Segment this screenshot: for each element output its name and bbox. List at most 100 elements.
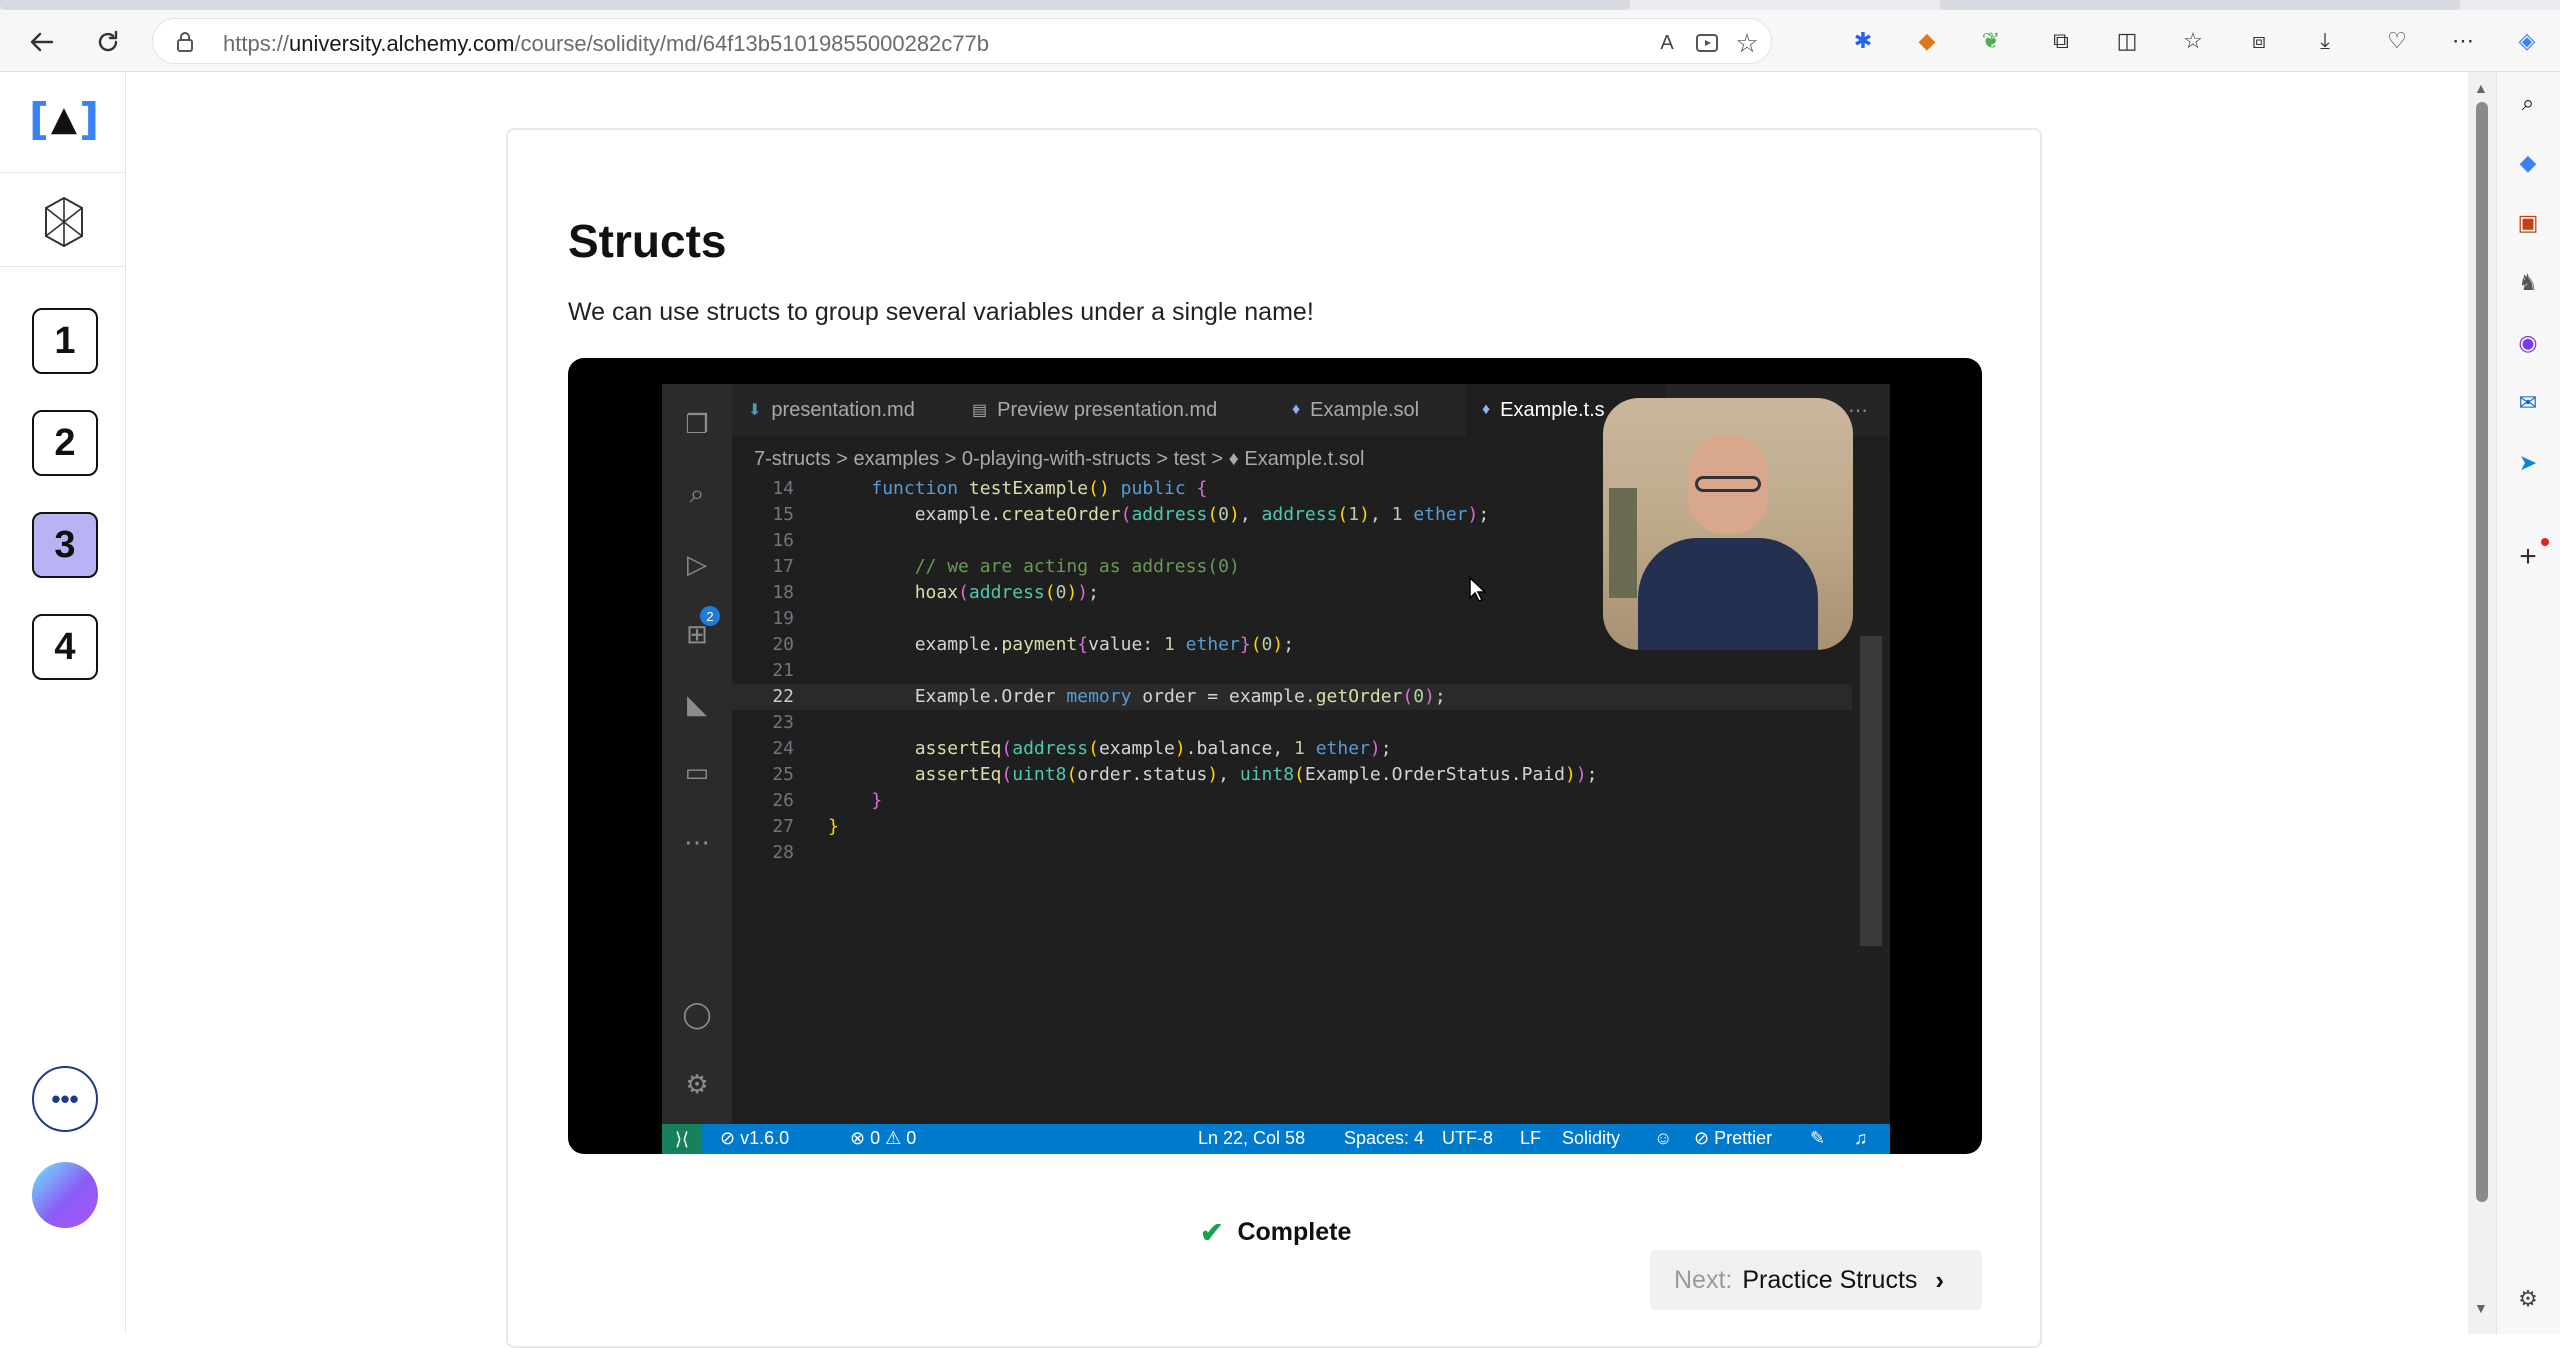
run-debug-icon: ▷ xyxy=(687,548,707,579)
remote-icon: ⟩⟨ xyxy=(662,1124,702,1154)
downloads-icon[interactable]: ⤓ xyxy=(2308,24,2342,58)
extension-leaf-icon[interactable]: ❦ xyxy=(1974,24,2008,58)
browser-tab[interactable] xyxy=(1940,0,2460,10)
outlook-icon[interactable]: ✉ xyxy=(2511,386,2545,420)
split-screen-icon[interactable]: ◫ xyxy=(2110,24,2144,58)
solidity-icon: ♦ xyxy=(1292,401,1301,418)
step-2-button[interactable]: 2 xyxy=(32,410,98,476)
extension-puzzle-icon[interactable]: ✱ xyxy=(1846,24,1880,58)
code-line: 27} xyxy=(772,816,839,837)
copilot-status-icon: ☺ xyxy=(1654,1128,1673,1148)
divider xyxy=(0,266,126,267)
copilot-icon[interactable]: ◈ xyxy=(2510,24,2544,58)
scroll-up-icon[interactable]: ▲ xyxy=(2474,80,2488,96)
browser-sidebar: ⌕ ◆ ▣ ♞ ◉ ✉ ➤ + ⚙ xyxy=(2496,72,2560,1334)
send-icon[interactable]: ➤ xyxy=(2511,446,2545,480)
panel-icon: ▭ xyxy=(684,756,710,787)
presenter-webcam xyxy=(1603,398,1853,650)
games-icon[interactable]: ♞ xyxy=(2511,266,2545,300)
step-4-button[interactable]: 4 xyxy=(32,614,98,680)
next-lesson-button[interactable]: Next: Practice Structs › xyxy=(1650,1250,1982,1310)
status-position: Ln 22, Col 58 xyxy=(1198,1128,1306,1148)
checkmark-icon: ✔ xyxy=(1200,1217,1224,1248)
status-eol: LF xyxy=(1520,1128,1542,1148)
step-3-button[interactable]: 3 xyxy=(32,512,98,578)
browser-toolbar: https://university.alchemy.com/course/so… xyxy=(0,10,2560,72)
search-icon[interactable]: ⌕ xyxy=(2511,86,2545,120)
extensions-badge: 2 xyxy=(700,606,720,626)
vscode-scrollbar xyxy=(1852,476,1890,1066)
status-encoding: UTF-8 xyxy=(1442,1128,1493,1148)
read-aloud-icon[interactable]: A xyxy=(1653,29,1681,57)
step-1-button[interactable]: 1 xyxy=(32,308,98,374)
shopping-tag-icon[interactable]: ◆ xyxy=(2511,146,2545,180)
back-arrow-icon xyxy=(30,32,54,52)
code-line-current: 22 Example.Order memory order = example.… xyxy=(732,684,1852,710)
preview-icon: ▤ xyxy=(972,402,988,419)
page-subtitle: We can use structs to group several vari… xyxy=(568,298,1314,326)
status-language: Solidity xyxy=(1562,1128,1621,1148)
url-text[interactable]: https://university.alchemy.com/course/so… xyxy=(223,31,989,57)
more-icon: ⋯ xyxy=(684,826,710,857)
browser-tab-strip xyxy=(0,0,2560,10)
metamask-icon[interactable]: ◆ xyxy=(1910,24,1944,58)
scrollbar-thumb[interactable] xyxy=(2476,102,2488,1202)
code-line: 24 assertEq(address(example).balance, 1 … xyxy=(772,738,1392,759)
status-version: ⊘ v1.6.0 xyxy=(720,1128,790,1148)
office-icon[interactable]: ◉ xyxy=(2511,326,2545,360)
account-icon: ◯ xyxy=(682,998,712,1029)
code-line: 25 assertEq(uint8(order.status), uint8(E… xyxy=(772,764,1598,785)
solidity-icon: ♦ xyxy=(1482,401,1491,418)
more-options-button[interactable]: ••• xyxy=(32,1066,98,1132)
browser-tab[interactable] xyxy=(0,0,1630,10)
add-icon[interactable]: + xyxy=(2511,540,2545,574)
page-title: Structs xyxy=(568,215,727,267)
lock-icon[interactable] xyxy=(175,31,195,58)
course-hexagon-icon[interactable] xyxy=(42,196,86,253)
alchemy-logo[interactable]: [▲] xyxy=(29,94,99,145)
notification-bell-icon: ♫ xyxy=(1854,1128,1868,1148)
address-bar[interactable]: https://university.alchemy.com/course/so… xyxy=(152,18,1772,64)
markdown-icon: ⬇ xyxy=(748,402,762,419)
collections-icon[interactable]: ⧈ xyxy=(2242,24,2276,58)
more-menu-icon[interactable]: ⋯ xyxy=(2446,24,2480,58)
explorer-icon: ❐ xyxy=(685,408,709,439)
tools-briefcase-icon[interactable]: ▣ xyxy=(2511,206,2545,240)
course-sidebar: [▲] 1 2 3 4 ••• xyxy=(0,72,126,1334)
code-line: 28 xyxy=(772,842,794,863)
settings-gear-icon: ⚙ xyxy=(685,1068,709,1099)
vscode-tab: ♦ Example.sol xyxy=(1292,398,1420,421)
scroll-down-icon[interactable]: ▼ xyxy=(2474,1300,2488,1316)
performance-heart-icon[interactable]: ♡ xyxy=(2380,24,2414,58)
back-button[interactable] xyxy=(24,24,60,60)
terraform-icon: ◣ xyxy=(687,688,707,719)
page-scrollbar[interactable]: ▲ ▼ xyxy=(2468,72,2496,1334)
divider xyxy=(0,172,126,173)
vscode-tab: ▤ Preview presentation.md xyxy=(972,398,1218,421)
extensions-icon[interactable]: ⧉ xyxy=(2044,24,2078,58)
status-problems: ⊗ 0 ⚠ 0 xyxy=(850,1128,917,1148)
vscode-breadcrumb: 7-structs > examples > 0-playing-with-st… xyxy=(754,448,1365,470)
code-line: 26 } xyxy=(772,790,883,811)
settings-gear-icon[interactable]: ⚙ xyxy=(2511,1282,2545,1316)
favorites-icon[interactable]: ☆ xyxy=(2176,24,2210,58)
status-formatter: ⊘ Prettier xyxy=(1694,1128,1773,1148)
video-player[interactable]: ❐ ⌕ ▷ ⊞ 2 ◣ ▭ ⋯ ◯ ⚙ ⬇ presentation.md ▤ Pr… xyxy=(568,358,1982,1154)
chevron-right-icon: › xyxy=(1935,1264,1945,1295)
search-icon: ⌕ xyxy=(689,478,705,508)
user-avatar[interactable] xyxy=(32,1162,98,1228)
favorite-star-icon[interactable]: ☆ xyxy=(1733,28,1761,58)
refresh-icon xyxy=(98,30,118,52)
notification-dot xyxy=(2541,538,2549,546)
media-icon[interactable] xyxy=(1693,29,1721,57)
vscode-tab: ⬇ presentation.md xyxy=(748,398,915,421)
code-line: 21 xyxy=(772,660,794,681)
vscode-status-bar: ⟩⟨ ⊘ v1.6.0 ⊗ 0 ⚠ 0 Ln 22, Col 58 Spaces… xyxy=(662,1124,1890,1154)
vscode-activity-bar: ❐ ⌕ ▷ ⊞ 2 ◣ ▭ ⋯ ◯ ⚙ xyxy=(662,384,732,1124)
feedback-icon: ✎ xyxy=(1810,1128,1826,1148)
refresh-button[interactable] xyxy=(90,24,126,60)
code-line: 23 xyxy=(772,712,794,733)
complete-button[interactable]: ✔ Complete xyxy=(1200,1216,1351,1249)
mouse-cursor-icon xyxy=(1468,576,1488,602)
status-spaces: Spaces: 4 xyxy=(1344,1128,1425,1148)
